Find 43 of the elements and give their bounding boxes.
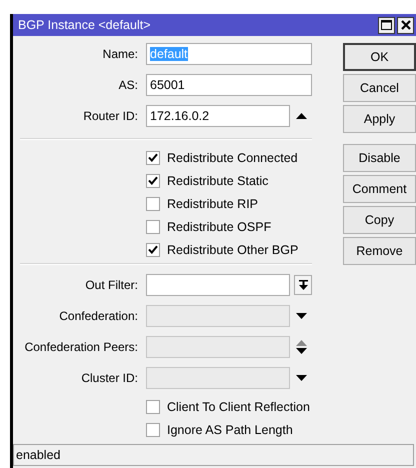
close-icon	[400, 20, 410, 30]
checkbox[interactable]	[146, 242, 160, 256]
field-label: Router ID:	[82, 109, 138, 123]
field-label: Confederation:	[58, 309, 138, 323]
checkbox-label: Redistribute Other BGP	[167, 242, 298, 256]
checkbox-label: Client To Client Reflection	[167, 400, 310, 414]
dropdown-button[interactable]	[294, 275, 312, 295]
field-label: Out Filter:	[84, 278, 138, 292]
dialog-button[interactable]: Copy	[343, 206, 416, 234]
checkbox[interactable]	[146, 150, 160, 164]
close-button[interactable]	[397, 16, 414, 34]
checkbox[interactable]	[146, 174, 160, 188]
dropdown-arrow-icon[interactable]	[296, 375, 306, 381]
spin-arrows-icon[interactable]	[296, 340, 306, 354]
maximize-icon	[381, 20, 392, 30]
checkbox[interactable]	[146, 400, 160, 414]
checkbox[interactable]	[146, 220, 160, 234]
collapse-arrow-icon[interactable]	[296, 113, 306, 119]
checkbox-label: Redistribute Static	[167, 174, 268, 188]
checkbox-label: Ignore AS Path Length	[167, 422, 293, 436]
dialog-button[interactable]: Cancel	[343, 74, 416, 102]
input-field[interactable]: 65001	[146, 74, 312, 96]
dialog-button[interactable]: OK	[343, 43, 416, 71]
checkbox[interactable]	[146, 196, 160, 210]
input-field[interactable]: 172.16.0.2	[146, 105, 290, 127]
status-bar: enabled	[13, 444, 414, 466]
field-label: Cluster ID:	[80, 371, 138, 385]
checkbox-label: Redistribute RIP	[167, 196, 258, 210]
window-title: BGP Instance <default>	[18, 18, 152, 32]
checkbox-label: Redistribute OSPF	[167, 220, 272, 234]
maximize-button[interactable]	[378, 16, 395, 34]
checkbox-label: Redistribute Connected	[167, 150, 298, 164]
dialog-button[interactable]: Apply	[343, 105, 416, 133]
field-label: Confederation Peers:	[24, 340, 138, 354]
checkbox[interactable]	[146, 422, 160, 436]
dropdown-arrow-icon[interactable]	[296, 313, 306, 319]
field-label: Name:	[102, 47, 138, 61]
dialog-button[interactable]: Comment	[343, 175, 416, 203]
dialog-button[interactable]: Remove	[343, 237, 416, 265]
arrow-down-icon	[298, 280, 308, 290]
dialog-button[interactable]: Disable	[343, 144, 416, 172]
input-field[interactable]	[146, 274, 290, 296]
field-label: AS:	[118, 78, 138, 92]
